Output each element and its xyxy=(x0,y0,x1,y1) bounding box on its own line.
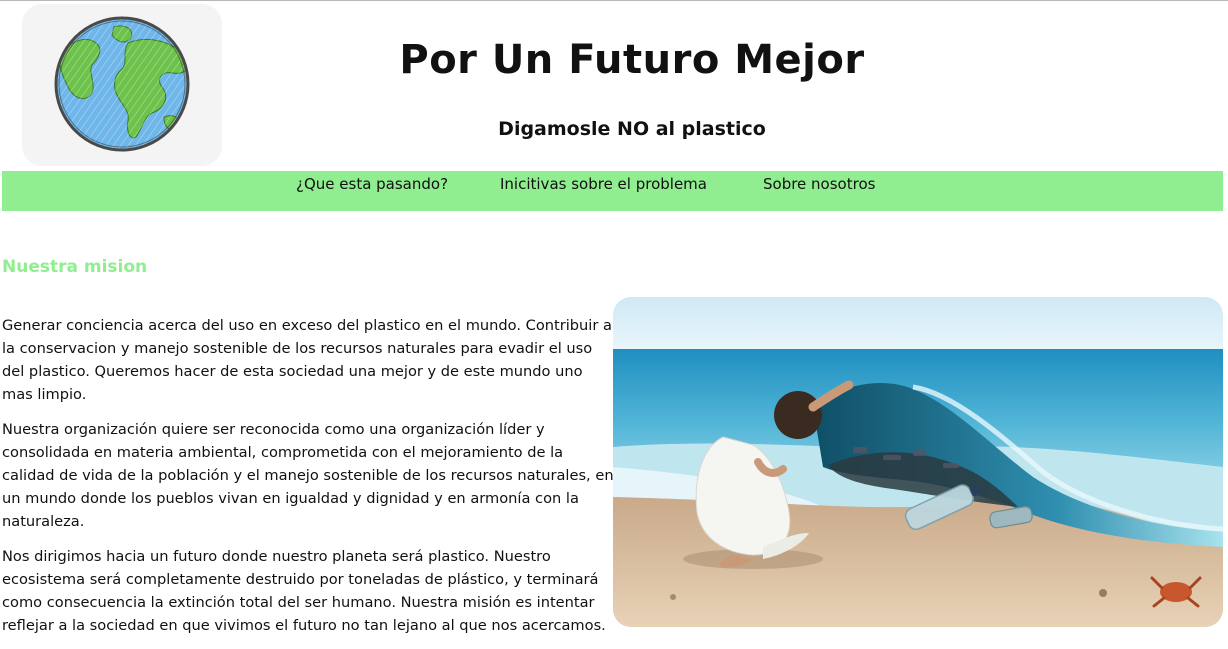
logo[interactable] xyxy=(22,4,222,166)
page-title: Por Un Futuro Mejor xyxy=(399,37,865,83)
earth-globe-icon xyxy=(54,16,190,152)
mission-paragraph: Nuestra organización quiere ser reconoci… xyxy=(2,421,614,530)
top-border xyxy=(0,0,1228,1)
hero-image xyxy=(613,297,1223,627)
nav-link-que-esta-pasando[interactable]: ¿Que esta pasando? xyxy=(296,174,448,194)
mission-text: Generar conciencia acerca del uso en exc… xyxy=(2,314,614,649)
main-navbar: ¿Que esta pasando? Inicitivas sobre el p… xyxy=(2,171,1223,211)
nav-link-sobre-nosotros[interactable]: Sobre nosotros xyxy=(763,174,875,194)
mission-paragraph: Nos dirigimos hacia un futuro donde nues… xyxy=(2,548,606,634)
nav-link-iniciativas[interactable]: Inicitivas sobre el problema xyxy=(500,174,707,194)
section-heading-mision: Nuestra mision xyxy=(2,257,148,277)
beach-plastic-photo xyxy=(613,297,1223,627)
page-subtitle: Digamosle NO al plastico xyxy=(498,118,766,140)
mission-paragraph: Generar conciencia acerca del uso en exc… xyxy=(2,317,612,403)
